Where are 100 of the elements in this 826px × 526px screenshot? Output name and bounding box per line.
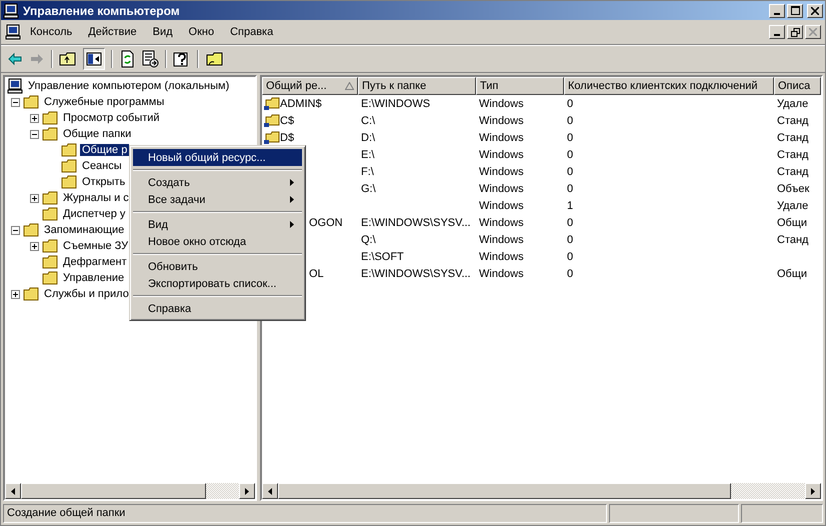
tree-item[interactable]: Управление xyxy=(61,272,126,284)
horizontal-scrollbar[interactable] xyxy=(5,483,255,499)
menu-item[interactable]: Создать xyxy=(133,174,302,191)
folder-up-icon[interactable] xyxy=(59,51,77,67)
table-cell: 0 xyxy=(567,268,574,280)
refresh-icon[interactable] xyxy=(119,50,135,68)
export-list-icon[interactable] xyxy=(141,50,159,68)
table-cell: Windows xyxy=(479,182,524,194)
folder-icon xyxy=(23,94,39,110)
menu-item[interactable]: Окно xyxy=(182,24,222,40)
close-icon xyxy=(811,6,819,14)
table-cell: D:\ xyxy=(361,132,376,144)
menu-item[interactable]: Обновить xyxy=(133,258,302,275)
tree-item[interactable]: Журналы и с xyxy=(61,192,131,204)
folder-icon xyxy=(61,174,77,190)
table-cell: C$ xyxy=(280,114,294,126)
computer-icon xyxy=(7,78,23,94)
table-cell: F:\ xyxy=(361,166,374,178)
table-cell: Windows xyxy=(479,98,524,110)
table-cell: E:\WINDOWS\SYSV... xyxy=(361,216,471,228)
minimize-icon xyxy=(774,12,780,14)
expander-icon[interactable] xyxy=(30,130,39,138)
restore-button[interactable] xyxy=(787,25,803,39)
table-cell: Windows xyxy=(479,166,524,178)
table-cell: E:\SOFT xyxy=(361,250,404,262)
tree-item[interactable]: Общие р xyxy=(80,144,130,156)
submenu-arrow-icon xyxy=(290,179,294,186)
expander-icon[interactable] xyxy=(11,98,20,106)
close-button[interactable] xyxy=(807,4,823,18)
folder-icon xyxy=(23,286,39,302)
expander-icon[interactable] xyxy=(30,194,39,202)
tree-item[interactable]: Служебные программы xyxy=(42,96,166,108)
column-header[interactable]: Тип xyxy=(476,77,564,95)
folder-icon xyxy=(42,190,58,206)
table-cell: 0 xyxy=(567,148,574,160)
menu-item[interactable]: Вид xyxy=(133,216,302,233)
table-cell: C:\ xyxy=(361,114,376,126)
menu-item[interactable]: Новый общий ресурс... xyxy=(133,149,302,166)
expander-icon[interactable] xyxy=(11,290,20,298)
submenu-arrow-icon xyxy=(290,221,294,228)
minimize-button[interactable] xyxy=(769,4,785,18)
table-cell: 0 xyxy=(567,98,574,110)
folder-icon xyxy=(42,238,58,254)
menu-item[interactable]: Справка xyxy=(133,300,302,317)
tree-item[interactable]: Съемные ЗУ xyxy=(61,240,130,252)
tree-item[interactable]: Общие папки xyxy=(61,128,134,140)
folder-icon xyxy=(42,126,58,142)
column-header[interactable]: Описа xyxy=(774,77,821,95)
folder-icon xyxy=(42,206,58,222)
folder-icon xyxy=(61,158,77,174)
scroll-left-icon xyxy=(268,488,272,494)
horizontal-scrollbar[interactable] xyxy=(262,483,821,499)
folder-icon xyxy=(42,270,58,286)
folder-icon xyxy=(42,110,58,126)
table-cell: Windows xyxy=(479,148,524,160)
status-text: Создание общей папки xyxy=(3,504,607,523)
expander-icon[interactable] xyxy=(30,114,39,122)
tree-item[interactable]: Сеансы xyxy=(80,160,124,172)
menu-item[interactable]: Справка xyxy=(223,24,280,40)
expander-icon[interactable] xyxy=(11,226,20,234)
tree-item[interactable]: Открыть xyxy=(80,176,128,188)
tree-item[interactable]: Диспетчер у xyxy=(61,208,128,220)
table-cell: E:\WINDOWS\SYSV... xyxy=(361,268,471,280)
table-cell: 0 xyxy=(567,114,574,126)
table-cell: Станд xyxy=(777,234,808,246)
tree-item[interactable]: Управление компьютером (локальным) xyxy=(26,80,232,92)
maximize-button[interactable] xyxy=(787,4,803,18)
menu-item[interactable]: Новое окно отсюда xyxy=(133,233,302,250)
back-arrow-icon[interactable] xyxy=(7,51,23,67)
table-cell: OGON xyxy=(309,216,343,228)
table-cell: Windows xyxy=(479,234,524,246)
table-cell: 1 xyxy=(567,200,574,212)
menu-item[interactable]: Вид xyxy=(146,24,180,40)
computer-icon xyxy=(3,2,19,18)
expander-icon[interactable] xyxy=(30,242,39,250)
table-cell: Общи xyxy=(777,268,808,280)
tree-item[interactable]: Просмотр событий xyxy=(61,112,162,124)
table-cell: Windows xyxy=(479,114,524,126)
maximize-icon xyxy=(790,6,800,15)
menu-item[interactable]: Все задачи xyxy=(133,191,302,208)
close-button[interactable] xyxy=(805,25,821,39)
shared-folder-icon[interactable] xyxy=(205,50,225,68)
column-header[interactable]: Путь к папке xyxy=(358,77,476,95)
table-cell: Станд xyxy=(777,114,808,126)
tree-pane-icon[interactable] xyxy=(83,48,105,70)
tree-item[interactable]: Запоминающие xyxy=(42,224,126,236)
menu-item[interactable]: Экспортировать список... xyxy=(133,275,302,292)
table-cell: 0 xyxy=(567,166,574,178)
table-cell: D$ xyxy=(280,132,294,144)
tree-item[interactable]: Дефрагмент xyxy=(61,256,129,268)
column-header[interactable]: Общий ре... xyxy=(262,77,358,95)
table-cell: Общи xyxy=(777,216,808,228)
table-cell: 0 xyxy=(567,250,574,262)
table-cell: OL xyxy=(309,268,324,280)
column-header[interactable]: Количество клиентских подключений xyxy=(564,77,774,95)
menu-item[interactable]: Консоль xyxy=(23,24,80,40)
menu-item[interactable]: Действие xyxy=(81,24,144,40)
minimize-icon xyxy=(774,34,780,36)
minimize-button[interactable] xyxy=(769,25,785,39)
tree-item[interactable]: Службы и прило xyxy=(42,288,131,300)
